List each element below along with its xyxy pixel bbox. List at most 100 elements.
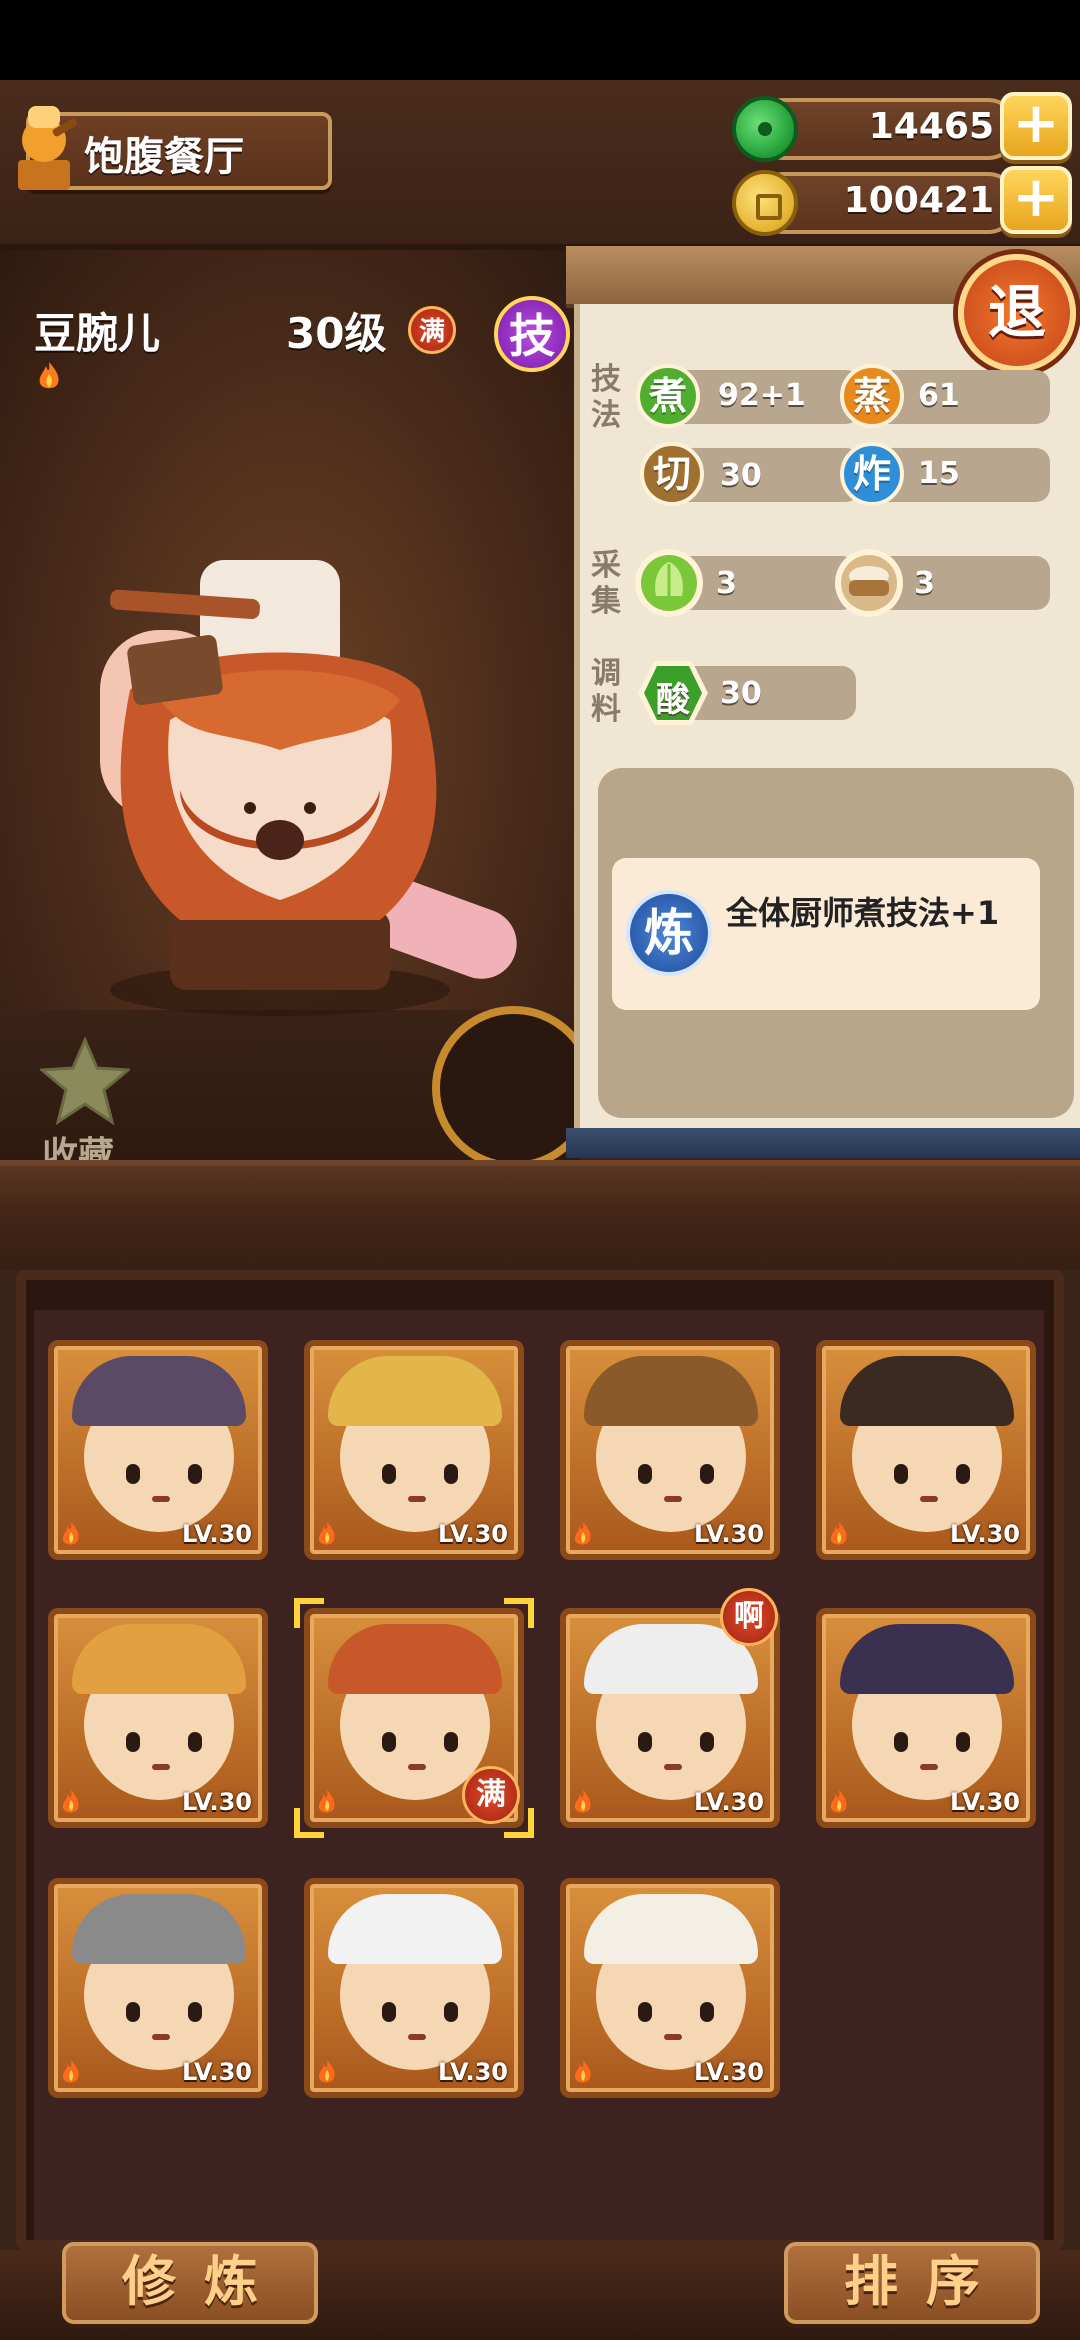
flame-icon [574,1522,591,1545]
chef-eye [700,1732,714,1752]
quit-button[interactable]: 退 [958,254,1076,372]
chef-eye [638,1464,652,1484]
chef-mouth [664,1496,682,1502]
steam-value: 61 [918,378,960,413]
grain-value: 3 [914,566,935,601]
flame-icon [574,2060,591,2083]
chef-eye [382,1732,396,1752]
chef-eye [188,2002,202,2022]
chef-eye [638,1732,652,1752]
chef-card[interactable]: LV.30 [48,1340,268,1560]
chef-hat [584,1894,758,1964]
selection-corner [294,1808,324,1838]
scroll-bottom-edge [566,1128,1080,1158]
fry-icon: 炸 [840,442,904,506]
grain-basket-icon [835,549,903,617]
boil-icon: 煮 [636,364,700,428]
chef-hat [72,1624,246,1694]
add-jade-button[interactable]: + [1000,92,1072,160]
restaurant-name: 饱腹餐厅 [84,134,244,180]
skill-button[interactable]: 技 [494,296,570,372]
chef-card[interactable]: LV.30 [48,1608,268,1828]
chef-level: LV.30 [438,2058,508,2086]
chef-eye [126,2002,140,2022]
chef-eye [700,2002,714,2022]
chef-eye [638,2002,652,2022]
chef-eye [956,1732,970,1752]
chef-level: LV.30 [182,1788,252,1816]
chef-mouth [152,1764,170,1770]
flame-icon [62,1790,79,1813]
jade-amount: 14465 [868,106,994,147]
cultivate-button[interactable]: 修炼 [62,2242,318,2324]
character-level: 30级 [286,309,387,358]
chef-mouth [408,1764,426,1770]
cut-value: 30 [720,458,762,493]
flame-icon [39,362,59,389]
chef-eye [700,1464,714,1484]
flame-icon [62,1522,79,1545]
chef-level: LV.30 [182,2058,252,2086]
chef-mouth [152,1496,170,1502]
chef-eye [444,1732,458,1752]
skill-description: 全体厨师煮技法+1 [726,894,1000,932]
coin-icon [732,170,798,236]
refine-skill-icon: 炼 [626,890,712,976]
chef-card[interactable]: LV.30 [816,1608,1036,1828]
chef-eye [444,2002,458,2022]
boil-value: 92+1 [718,378,806,413]
flame-icon [830,1790,847,1813]
chef-mouth [664,2034,682,2040]
wood-separator [0,1160,1080,1270]
chef-card[interactable]: LV.30 [48,1878,268,2098]
sour-icon-char: 酸 [656,680,690,720]
coin-amount: 100421 [843,180,994,221]
chef-card[interactable]: LV.30 [560,1340,780,1560]
section-label-seasoning: 调料 [591,656,621,727]
flame-icon [318,1522,335,1545]
chef-mouth [664,1764,682,1770]
new-chef-badge: 啊 [720,1588,778,1646]
chef-hat [840,1356,1014,1426]
flame-icon [574,1790,591,1813]
chef-card[interactable]: LV.30 [304,1340,524,1560]
chef-mouth [152,2034,170,2040]
chef-level: LV.30 [950,1520,1020,1548]
chef-eye [894,1732,908,1752]
selection-corner [504,1808,534,1838]
chef-card[interactable]: LV.30 [560,1878,780,2098]
chef-eye [188,1464,202,1484]
chef-level: LV.30 [694,1788,764,1816]
chef-mouth [920,1496,938,1502]
chef-eye [126,1464,140,1484]
chef-hat [72,1894,246,1964]
sour-value: 30 [720,676,762,711]
selection-corner [504,1598,534,1628]
add-coin-button[interactable]: + [1000,166,1072,234]
veg-value: 3 [716,566,737,601]
chef-eye [126,1732,140,1752]
chef-mouth [408,2034,426,2040]
chef-level: LV.30 [950,1788,1020,1816]
chef-hat [840,1624,1014,1694]
chef-character-art [100,560,517,1016]
chef-eye [894,1464,908,1484]
max-level-badge: 满 [408,306,456,354]
flame-icon [830,1522,847,1545]
chef-card[interactable]: LV.30 [816,1340,1036,1560]
cabbage-icon [635,549,703,617]
jade-icon [732,96,798,162]
sort-button[interactable]: 排序 [784,2242,1040,2324]
chef-level: LV.30 [182,1520,252,1548]
chef-eye [956,1464,970,1484]
favorite-star-icon[interactable] [40,1036,130,1126]
chef-level: LV.30 [438,1520,508,1548]
section-label-gather: 采集 [591,548,621,619]
chef-level: LV.30 [694,1520,764,1548]
section-label-technique: 技法 [591,362,621,433]
chef-eye [382,2002,396,2022]
chef-trophy-icon [18,106,78,190]
chef-card[interactable]: LV.30 [304,1878,524,2098]
chef-eye [188,1732,202,1752]
chef-mouth [408,1496,426,1502]
